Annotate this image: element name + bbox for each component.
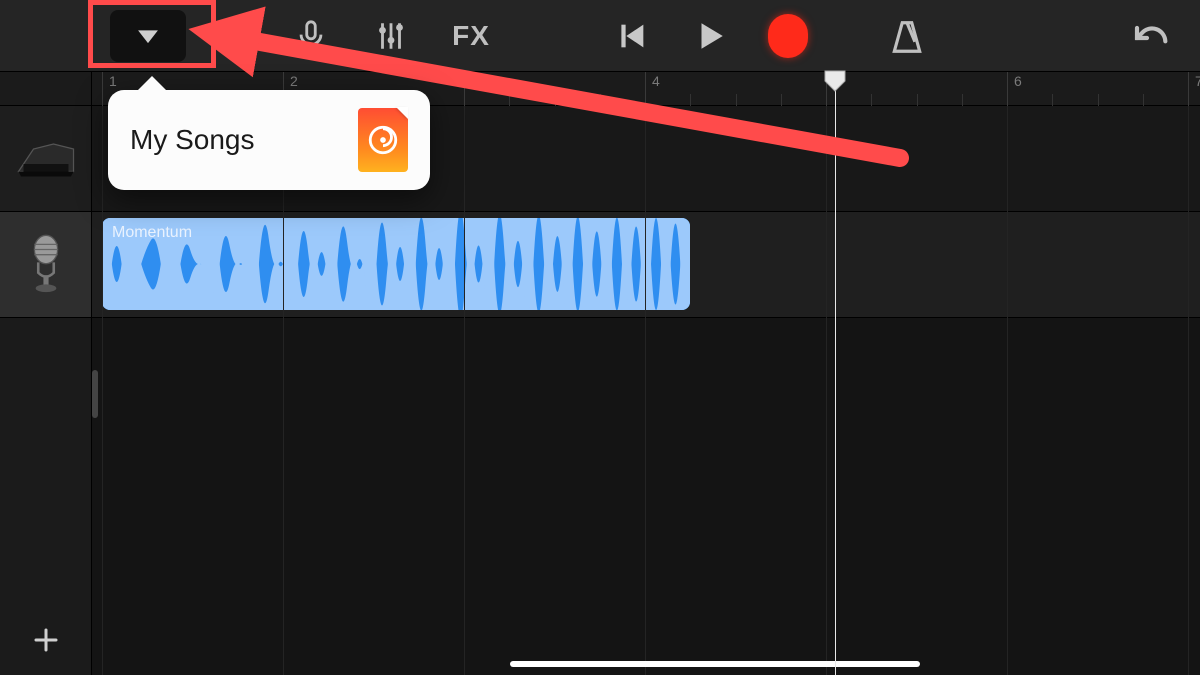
gridline <box>102 106 103 675</box>
ruler-bar: 6 <box>1007 72 1022 106</box>
ruler-tick <box>1098 94 1099 106</box>
ruler-tick <box>1052 94 1053 106</box>
ruler-tick <box>690 94 691 106</box>
undo-button[interactable] <box>1132 18 1172 63</box>
back-menu-button[interactable] <box>110 10 186 62</box>
popover-label: My Songs <box>130 124 255 156</box>
transport-controls <box>612 10 808 62</box>
play-icon <box>693 19 727 53</box>
ruler-tick <box>1143 94 1144 106</box>
ruler-tick <box>917 94 918 106</box>
ruler-tick <box>509 94 510 106</box>
rewind-button[interactable] <box>612 10 652 62</box>
my-songs-popover[interactable]: My Songs <box>108 90 430 190</box>
metronome-button[interactable] <box>888 18 926 61</box>
browser-icon <box>214 19 248 53</box>
home-indicator <box>510 661 920 667</box>
gridline <box>1188 106 1189 675</box>
plus-icon <box>31 625 61 655</box>
microphone-icon <box>294 19 328 53</box>
gridline <box>645 106 646 675</box>
track-settings-button[interactable] <box>360 10 422 62</box>
instrument-browser-button[interactable] <box>200 10 262 62</box>
page-fold-icon <box>396 107 408 119</box>
arrangement-area[interactable]: Momentum <box>92 106 1200 675</box>
ruler-tick <box>736 94 737 106</box>
gridline <box>826 106 827 675</box>
track-header-audio[interactable] <box>0 212 91 318</box>
skip-back-icon <box>615 19 649 53</box>
track-header-piano[interactable] <box>0 106 91 212</box>
garageband-app: FX 1234567 <box>0 0 1200 675</box>
playhead-handle-icon <box>824 70 846 92</box>
fx-label: FX <box>452 20 490 52</box>
add-track-button[interactable] <box>0 605 92 675</box>
ruler-tick <box>781 94 782 106</box>
gridline <box>464 106 465 675</box>
playhead[interactable] <box>835 72 836 675</box>
sliders-icon <box>374 19 408 53</box>
ruler-spacer <box>0 72 91 106</box>
ruler-tick <box>871 94 872 106</box>
toolbar: FX <box>0 0 1200 72</box>
record-button[interactable] <box>768 10 808 62</box>
track-lane-audio[interactable]: Momentum <box>92 212 1200 318</box>
track-header-list <box>0 72 92 675</box>
ruler-tick <box>555 94 556 106</box>
audio-region[interactable]: Momentum <box>102 218 690 310</box>
ruler-tick <box>962 94 963 106</box>
play-button[interactable] <box>690 10 730 62</box>
ruler-tick <box>600 94 601 106</box>
gridline <box>283 106 284 675</box>
ruler-bar: 4 <box>645 72 660 106</box>
scroll-handle[interactable] <box>92 370 98 418</box>
studio-mic-icon <box>25 234 67 296</box>
mic-button[interactable] <box>280 10 342 62</box>
gridline <box>1007 106 1008 675</box>
chevron-down-icon <box>131 19 165 53</box>
region-label: Momentum <box>102 218 202 248</box>
undo-icon <box>1132 18 1172 58</box>
ruler-bar: 7 <box>1188 72 1200 106</box>
piano-icon <box>16 139 76 179</box>
metronome-icon <box>888 18 926 56</box>
ruler-bar: 3 <box>464 72 479 106</box>
record-icon <box>768 14 808 58</box>
popover-caret-icon <box>138 76 166 90</box>
fx-button[interactable]: FX <box>440 10 502 62</box>
